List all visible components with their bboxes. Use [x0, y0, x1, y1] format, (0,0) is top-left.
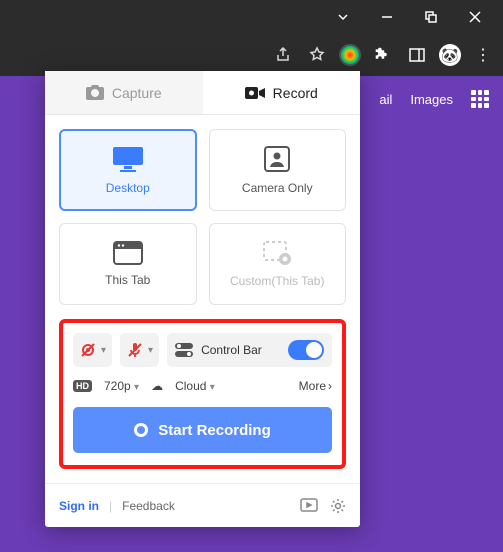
toggles-icon — [175, 343, 193, 357]
sign-in-link[interactable]: Sign in — [59, 499, 99, 513]
tab-row: Capture Record — [45, 71, 360, 115]
profile-avatar[interactable]: 🐼 — [439, 44, 461, 66]
mode-custom-tab[interactable]: Custom(This Tab) — [209, 223, 347, 305]
mic-toggle[interactable]: ▾ — [120, 333, 159, 367]
chevron-down-icon: ▾ — [148, 345, 153, 356]
recordings-icon[interactable] — [300, 498, 318, 514]
cloud-icon: ☁ — [151, 379, 163, 393]
toggle-switch[interactable] — [288, 340, 324, 360]
quality-select[interactable]: 720p ▾ — [104, 379, 139, 393]
maximize-button[interactable] — [409, 2, 453, 32]
popup-footer: Sign in | Feedback — [45, 483, 360, 527]
camera-icon — [86, 85, 104, 100]
browser-toolbar: 🐼 ⋮ — [0, 34, 503, 76]
chevron-down-icon: ▾ — [101, 345, 106, 356]
tab-capture[interactable]: Capture — [45, 71, 203, 114]
nav-images[interactable]: Images — [410, 92, 453, 107]
browser-menu-icon[interactable]: ⋮ — [471, 43, 495, 67]
bookmark-star-icon[interactable] — [305, 43, 329, 67]
tab-window-icon — [113, 241, 143, 265]
more-options[interactable]: More› — [299, 379, 332, 393]
storage-select[interactable]: Cloud ▾ — [175, 379, 215, 393]
crop-record-icon — [262, 240, 292, 266]
page-nav: ail Images — [365, 90, 503, 108]
mode-grid: Desktop Camera Only This Tab Custom(This… — [45, 115, 360, 319]
start-recording-button[interactable]: Start Recording — [73, 407, 332, 453]
hd-badge-icon: HD — [73, 380, 92, 392]
share-icon[interactable] — [271, 43, 295, 67]
settings-gear-icon[interactable] — [330, 498, 346, 514]
webcam-off-icon — [79, 341, 97, 359]
control-bar-toggle[interactable]: Control Bar — [167, 333, 332, 367]
extension-icon[interactable] — [339, 44, 361, 66]
tab-record[interactable]: Record — [203, 71, 361, 114]
mode-desktop[interactable]: Desktop — [59, 129, 197, 211]
apps-grid-icon[interactable] — [471, 90, 489, 108]
person-icon — [263, 145, 291, 173]
webcam-toggle[interactable]: ▾ — [73, 333, 112, 367]
tab-chevron-icon[interactable] — [321, 2, 365, 32]
options-row-1: ▾ ▾ Control Bar — [73, 333, 332, 367]
mic-off-icon — [126, 341, 144, 359]
close-button[interactable] — [453, 2, 497, 32]
feedback-link[interactable]: Feedback — [122, 499, 175, 513]
options-panel: ▾ ▾ Control Bar HD 720p ▾ ☁ Cloud ▾ More… — [59, 319, 346, 469]
mode-this-tab[interactable]: This Tab — [59, 223, 197, 305]
sidepanel-icon[interactable] — [405, 43, 429, 67]
extension-popup: Capture Record Desktop Camera Only This … — [45, 71, 360, 527]
mode-camera-only[interactable]: Camera Only — [209, 129, 347, 211]
extensions-puzzle-icon[interactable] — [371, 43, 395, 67]
chevron-right-icon: › — [328, 379, 332, 393]
nav-mail[interactable]: ail — [379, 92, 392, 107]
options-row-2: HD 720p ▾ ☁ Cloud ▾ More› — [73, 379, 332, 393]
titlebar — [0, 0, 503, 34]
minimize-button[interactable] — [365, 2, 409, 32]
videocam-icon — [245, 86, 265, 100]
monitor-icon — [111, 145, 145, 173]
record-dot-icon — [134, 423, 148, 437]
